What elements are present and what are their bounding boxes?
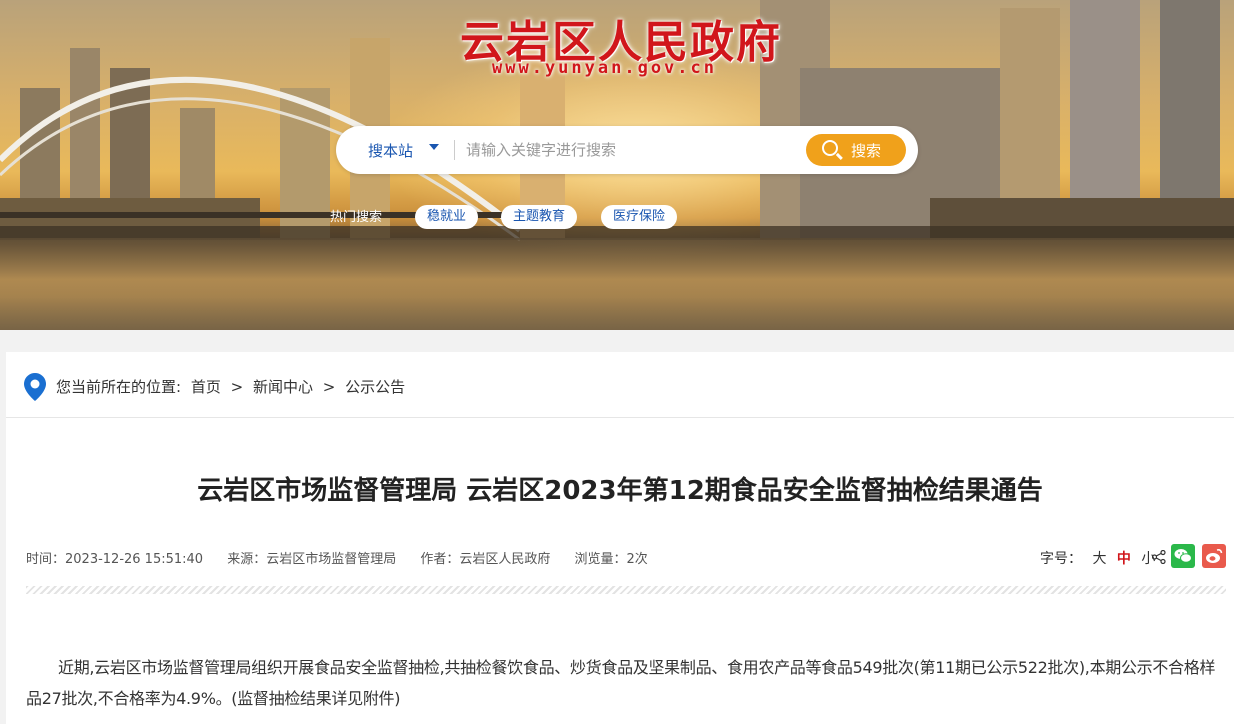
hot-search-label: 热门搜索	[330, 210, 383, 225]
breadcrumb: 您当前所在的位置: 首页 > 新闻中心 > 公示公告	[6, 352, 1234, 418]
font-size-medium[interactable]: 中	[1117, 551, 1131, 567]
search-button-label: 搜索	[851, 142, 882, 160]
breadcrumb-home[interactable]: 首页	[191, 378, 221, 396]
wechat-icon[interactable]	[1171, 544, 1195, 568]
search-bar: 搜本站 搜索	[336, 126, 918, 174]
search-divider	[454, 140, 455, 160]
caret-down-icon[interactable]	[429, 144, 439, 150]
article-source: 来源：云岩区市场监督管理局	[227, 552, 397, 567]
hot-tag[interactable]: 稳就业	[415, 205, 479, 229]
view-count: 浏览量：2次	[574, 552, 648, 567]
search-button[interactable]: 搜索	[806, 134, 906, 166]
font-size-label: 字号：	[1040, 551, 1082, 567]
weibo-icon[interactable]	[1202, 544, 1226, 568]
header-banner: 云岩区人民政府 www.yunyan.gov.cn 搜本站 搜索 热门搜索 稳就…	[0, 0, 1234, 330]
article-title: 云岩区市场监督管理局 云岩区2023年第12期食品安全监督抽检结果通告	[197, 476, 1043, 506]
font-size-large[interactable]: 大	[1092, 551, 1106, 567]
article-meta: 时间：2023-12-26 15:51:40 来源：云岩区市场监督管理局 作者：…	[26, 548, 668, 567]
breadcrumb-separator: >	[322, 378, 336, 396]
search-scope-select[interactable]: 搜本站	[368, 140, 413, 161]
hot-tag[interactable]: 主题教育	[501, 205, 578, 229]
location-pin-icon	[24, 373, 46, 401]
river-reflection	[0, 238, 1234, 330]
breadcrumb-trail: 您当前所在的位置: 首页 > 新闻中心 > 公示公告	[56, 376, 410, 397]
search-icon	[822, 140, 838, 156]
breadcrumb-prefix: 您当前所在的位置:	[56, 378, 182, 396]
site-domain: www.yunyan.gov.cn	[492, 58, 717, 78]
article-body: 近期,云岩区市场监督管理局组织开展食品安全监督抽检,共抽检餐饮食品、炒货食品及坚…	[26, 658, 1216, 708]
share-icon[interactable]	[1152, 550, 1166, 564]
font-size-control: 字号： 大 中 小	[1040, 548, 1155, 568]
search-input[interactable]	[466, 136, 796, 164]
divider-hatch	[26, 586, 1226, 594]
breadcrumb-news-center[interactable]: 新闻中心	[253, 378, 313, 396]
article-author: 作者：云岩区人民政府	[420, 552, 551, 567]
article-container: 您当前所在的位置: 首页 > 新闻中心 > 公示公告 云岩区市场监督管理局 云岩…	[6, 352, 1234, 724]
hot-tag[interactable]: 医疗保险	[601, 205, 678, 229]
breadcrumb-separator: >	[230, 378, 244, 396]
publish-time: 时间：2023-12-26 15:51:40	[26, 552, 204, 567]
breadcrumb-announcements[interactable]: 公示公告	[345, 378, 405, 396]
